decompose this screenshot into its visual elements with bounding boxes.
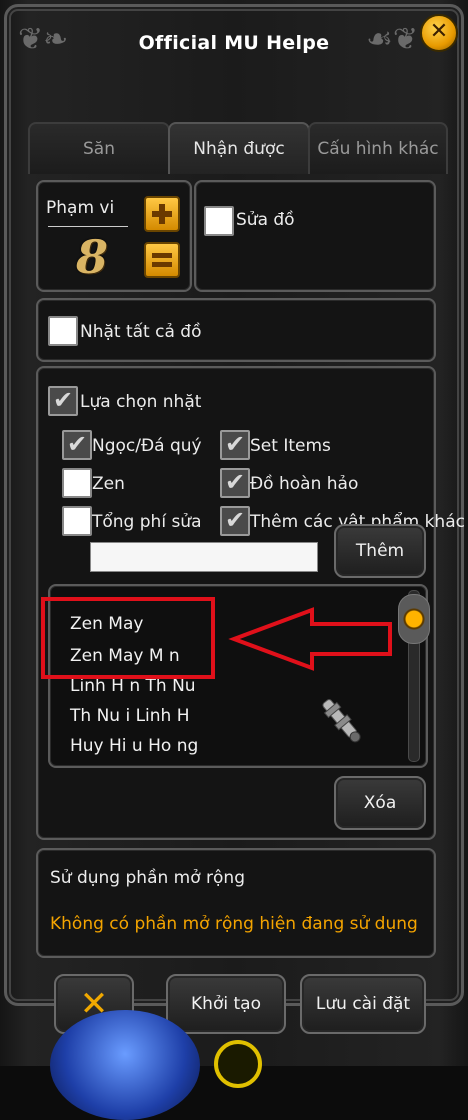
mana-orb xyxy=(50,1010,200,1120)
annotation-overlay xyxy=(41,597,392,679)
pickup-all-label: Nhặt tất cả đồ xyxy=(80,322,202,342)
range-value: 8 xyxy=(76,230,109,284)
zen-label: Zen xyxy=(92,474,125,494)
set-items-checkbox[interactable]: ✔ xyxy=(220,430,250,460)
repair-panel: Sửa đồ xyxy=(194,180,436,292)
delete-button[interactable]: Xóa xyxy=(334,776,426,830)
list-item[interactable]: Huy Hi u Ho ng xyxy=(70,736,198,756)
other-items-checkbox[interactable]: ✔ xyxy=(220,506,250,536)
extension-status: Không có phần mở rộng hiện đang sử dụng xyxy=(50,914,418,934)
gem-checkbox[interactable]: ✔ xyxy=(62,430,92,460)
item-preview-icon xyxy=(322,699,361,743)
tab-other-config[interactable]: Cấu hình khác xyxy=(308,122,448,174)
custom-item-input[interactable] xyxy=(90,542,318,572)
tab-pickup[interactable]: Nhận được xyxy=(168,122,310,174)
pickup-all-panel: Nhặt tất cả đồ xyxy=(36,298,436,362)
selection-checkbox[interactable]: ✔ xyxy=(48,386,78,416)
repair-label: Sửa đồ xyxy=(236,210,295,230)
zen-checkbox[interactable] xyxy=(62,468,92,498)
close-button[interactable]: ✕ xyxy=(420,14,458,52)
pickup-all-checkbox[interactable] xyxy=(48,316,78,346)
right-ornament-icon: ☙❦ xyxy=(365,22,418,57)
range-panel: Phạm vi 8 xyxy=(36,180,192,292)
tab-hunt[interactable]: Săn xyxy=(28,122,170,174)
selection-label: Lựa chọn nhặt xyxy=(80,392,202,412)
extension-title: Sử dụng phần mở rộng xyxy=(50,868,245,888)
close-icon: ✕ xyxy=(429,19,449,44)
repair-fee-checkbox[interactable] xyxy=(62,506,92,536)
excellent-label: Đồ hoàn hảo xyxy=(250,474,359,494)
gem-label: Ngọc/Đá quý xyxy=(92,436,202,456)
coin-icon xyxy=(214,1040,262,1088)
title-bar: ❦❧ Official MU Helpe ☙❦ ✕ xyxy=(0,0,468,100)
set-items-label: Set Items xyxy=(250,436,331,456)
annotation-arrow-icon xyxy=(228,607,392,671)
range-underline xyxy=(48,226,128,227)
repair-checkbox[interactable] xyxy=(204,206,234,236)
excellent-checkbox[interactable]: ✔ xyxy=(220,468,250,498)
add-button[interactable]: Thêm xyxy=(334,524,426,578)
save-settings-button[interactable]: Lưu cài đặt xyxy=(300,974,426,1034)
list-item[interactable]: Th Nu i Linh H xyxy=(70,706,190,726)
range-increase-button[interactable] xyxy=(144,196,180,232)
init-button[interactable]: Khởi tạo xyxy=(166,974,286,1034)
range-decrease-button[interactable] xyxy=(144,242,180,278)
helper-window: ❦❧ Official MU Helpe ☙❦ ✕ Săn Nhận được … xyxy=(0,0,468,1120)
highlight-box xyxy=(41,597,215,679)
extension-panel: Sử dụng phần mở rộng Không có phần mở rộ… xyxy=(36,848,436,958)
range-label: Phạm vi xyxy=(46,198,115,218)
repair-fee-label: Tổng phí sửa xyxy=(92,512,202,532)
